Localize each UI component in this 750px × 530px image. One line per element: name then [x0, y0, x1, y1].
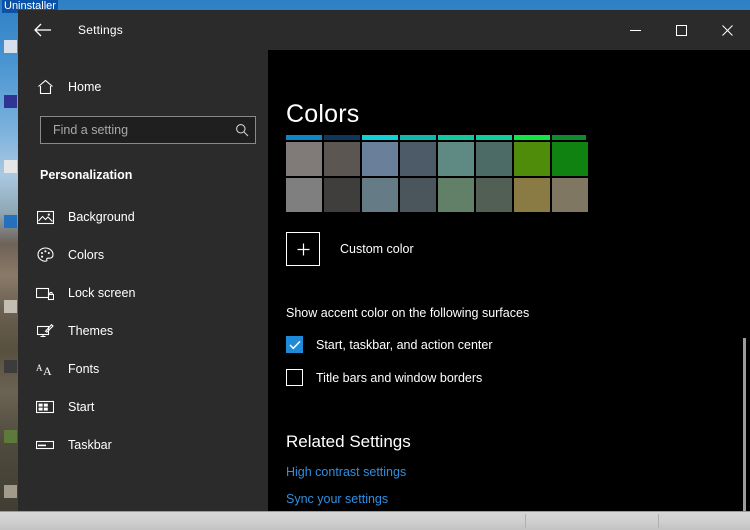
color-swatch[interactable] — [362, 142, 398, 176]
minimize-button[interactable] — [612, 10, 658, 50]
color-swatch[interactable] — [324, 178, 360, 212]
sidebar-nav-list: Background Colors Lock screen Themes A A… — [18, 198, 268, 464]
checkbox-start-taskbar[interactable] — [286, 336, 303, 353]
sidebar-item-colors-label: Colors — [68, 248, 105, 262]
sidebar-item-taskbar-label: Taskbar — [68, 438, 112, 452]
plus-icon[interactable] — [286, 232, 320, 266]
color-swatch[interactable] — [552, 178, 588, 212]
color-swatch[interactable] — [438, 178, 474, 212]
sidebar-item-themes[interactable]: Themes — [18, 312, 268, 350]
search-box[interactable] — [40, 116, 256, 144]
color-swatch-grid — [286, 142, 588, 212]
color-swatch[interactable] — [438, 142, 474, 176]
link-sync-your-settings[interactable]: Sync your settings — [286, 492, 750, 506]
checkbox-start-taskbar-label: Start, taskbar, and action center — [316, 337, 493, 352]
link-high-contrast-settings[interactable]: High contrast settings — [286, 465, 750, 479]
svg-text:A: A — [36, 363, 43, 373]
page-title: Colors — [286, 100, 360, 128]
maximize-button[interactable] — [658, 10, 704, 50]
window-title: Settings — [78, 23, 123, 37]
custom-color-row[interactable]: Custom color — [286, 232, 750, 266]
sidebar: Home Personalization — [18, 50, 268, 512]
color-swatch-clipped[interactable] — [362, 135, 398, 140]
color-swatch[interactable] — [286, 178, 322, 212]
sidebar-section-title: Personalization — [40, 168, 133, 182]
content-scrollbar[interactable] — [743, 338, 746, 512]
sidebar-item-home-label: Home — [68, 80, 102, 94]
desktop-icon[interactable] — [4, 95, 17, 108]
related-settings-heading: Related Settings — [286, 432, 411, 451]
checkbox-title-bars-label: Title bars and window borders — [316, 370, 483, 385]
color-swatch-clipped[interactable] — [476, 135, 512, 140]
desktop-icon[interactable] — [4, 430, 17, 443]
window-controls — [612, 10, 750, 50]
fonts-aa-icon: A A — [26, 362, 64, 377]
taskbar-separator — [658, 514, 659, 528]
color-swatch-clipped[interactable] — [324, 135, 360, 140]
sidebar-item-background[interactable]: Background — [18, 198, 268, 236]
desktop-icon[interactable] — [4, 215, 17, 228]
search-icon[interactable] — [235, 123, 249, 137]
desktop-icon[interactable] — [4, 160, 17, 173]
clipped-swatch-row — [286, 135, 586, 140]
color-swatch[interactable] — [362, 178, 398, 212]
color-swatch[interactable] — [552, 142, 588, 176]
window-titlebar: Settings — [18, 10, 750, 50]
sidebar-item-fonts-label: Fonts — [68, 362, 100, 376]
sidebar-item-lock-screen-label: Lock screen — [68, 286, 136, 300]
windows-taskbar[interactable] — [0, 511, 750, 530]
color-swatch-clipped[interactable] — [286, 135, 322, 140]
desktop-icon[interactable] — [4, 40, 17, 53]
color-swatch-clipped[interactable] — [438, 135, 474, 140]
sidebar-item-start[interactable]: Start — [18, 388, 268, 426]
taskbar-separator — [525, 514, 526, 528]
window-body: Home Personalization — [18, 50, 750, 512]
checkbox-title-bars[interactable] — [286, 369, 303, 386]
color-swatch[interactable] — [514, 178, 550, 212]
color-swatch-area — [286, 135, 588, 212]
sidebar-item-background-label: Background — [68, 210, 135, 224]
sidebar-item-home[interactable]: Home — [18, 68, 268, 106]
lock-screen-icon — [26, 286, 64, 301]
search-input[interactable] — [51, 122, 235, 138]
start-tiles-icon — [26, 400, 64, 414]
desktop-icon[interactable] — [4, 360, 17, 373]
home-icon — [26, 79, 64, 95]
desktop-icon[interactable] — [4, 485, 17, 498]
desktop-icon[interactable] — [4, 300, 17, 313]
taskbar-icon — [26, 439, 64, 451]
sidebar-item-lock-screen[interactable]: Lock screen — [18, 274, 268, 312]
search-container — [18, 112, 268, 144]
sidebar-item-start-label: Start — [68, 400, 95, 414]
color-swatch[interactable] — [476, 142, 512, 176]
color-swatch-clipped[interactable] — [552, 135, 586, 140]
color-swatch[interactable] — [286, 142, 322, 176]
themes-brush-icon — [26, 323, 64, 339]
color-swatch-clipped[interactable] — [400, 135, 436, 140]
checkbox-row-title-bars[interactable]: Title bars and window borders — [286, 369, 750, 386]
color-swatch-clipped[interactable] — [514, 135, 550, 140]
checkbox-row-start-taskbar[interactable]: Start, taskbar, and action center — [286, 336, 750, 353]
content-panel: Colors Custom color Show accent color on… — [268, 50, 750, 512]
color-swatch[interactable] — [400, 142, 436, 176]
color-swatch[interactable] — [400, 178, 436, 212]
color-swatch[interactable] — [324, 142, 360, 176]
surfaces-heading: Show accent color on the following surfa… — [286, 306, 530, 320]
palette-icon — [26, 247, 64, 263]
close-button[interactable] — [704, 10, 750, 50]
svg-text:A: A — [43, 364, 52, 377]
custom-color-label: Custom color — [340, 242, 414, 256]
picture-icon — [26, 210, 64, 225]
sidebar-item-fonts[interactable]: A A Fonts — [18, 350, 268, 388]
screen: Uninstaller Settings Home Find a setting… — [0, 0, 750, 530]
sidebar-item-taskbar[interactable]: Taskbar — [18, 426, 268, 464]
color-swatch[interactable] — [514, 142, 550, 176]
sidebar-item-colors[interactable]: Colors — [18, 236, 268, 274]
back-button[interactable] — [22, 14, 62, 46]
color-swatch[interactable] — [476, 178, 512, 212]
sidebar-item-themes-label: Themes — [68, 324, 114, 338]
settings-window: Settings Home Find a setting Personaliza… — [18, 10, 750, 512]
